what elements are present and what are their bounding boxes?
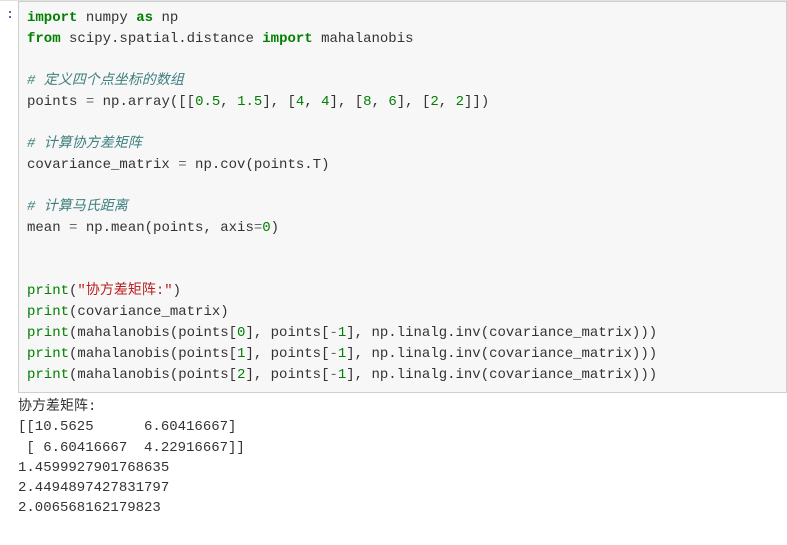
arg: (covariance_matrix): [69, 304, 229, 320]
op-eq: =: [86, 94, 94, 110]
cell-prompt: :: [0, 1, 18, 393]
arg-a: (mahalanobis(points[: [69, 325, 237, 341]
arg-b: ], points[: [245, 367, 329, 383]
output-area: 协方差矩阵: [[10.5625 6.60416667] [ 6.6041666…: [0, 393, 787, 527]
alias-np: np: [161, 10, 178, 26]
close: ): [271, 220, 279, 236]
out-line-1: 协方差矩阵:: [18, 399, 96, 415]
sep: ], [: [397, 94, 431, 110]
op-neg: -: [329, 325, 337, 341]
fn-print: print: [27, 304, 69, 320]
out-line-4: 1.4599927901768635: [18, 460, 169, 476]
out-line-3: [ 6.60416667 4.22916667]]: [18, 440, 245, 456]
call-mean: np.mean(points, axis: [86, 220, 254, 236]
kw-import: import: [27, 10, 77, 26]
str-label: "协方差矩阵:": [77, 283, 172, 299]
out-line-2: [[10.5625 6.60416667]: [18, 419, 236, 435]
arg-c: ], np.linalg.inv(covariance_matrix))): [346, 346, 657, 362]
fn-print: print: [27, 346, 69, 362]
arg-c: ], np.linalg.inv(covariance_matrix))): [346, 367, 657, 383]
call-cov: np.cov(points.T): [195, 157, 329, 173]
num: 0: [262, 220, 270, 236]
arg-a: (mahalanobis(points[: [69, 367, 237, 383]
var-mean: mean: [27, 220, 61, 236]
num: 8: [363, 94, 371, 110]
var-points: points: [27, 94, 77, 110]
op-eq: =: [69, 220, 77, 236]
out-line-5: 2.4494897427831797: [18, 480, 169, 496]
close: ]]): [464, 94, 489, 110]
num: 4: [296, 94, 304, 110]
op-neg: -: [329, 367, 337, 383]
kw-as: as: [136, 10, 153, 26]
sep: ], [: [330, 94, 364, 110]
var-cov: covariance_matrix: [27, 157, 170, 173]
num: 2: [430, 94, 438, 110]
mod-scipy: scipy.spatial.distance: [69, 31, 254, 47]
fn-mahalanobis: mahalanobis: [321, 31, 413, 47]
op-eq: =: [178, 157, 186, 173]
comment-3: # 计算马氏距离: [27, 199, 128, 215]
num: 1.5: [237, 94, 262, 110]
code-input[interactable]: import numpy as np from scipy.spatial.di…: [18, 1, 787, 393]
num: 4: [321, 94, 329, 110]
code-cell: : import numpy as np from scipy.spatial.…: [0, 0, 787, 393]
kw-from: from: [27, 31, 61, 47]
fn-print: print: [27, 325, 69, 341]
comment-2: # 计算协方差矩阵: [27, 136, 142, 152]
arg-b: ], points[: [245, 346, 329, 362]
arg-a: (mahalanobis(points[: [69, 346, 237, 362]
num: 2: [456, 94, 464, 110]
op-eq: =: [254, 220, 262, 236]
fn-print: print: [27, 283, 69, 299]
arg-b: ], points[: [245, 325, 329, 341]
fn-print: print: [27, 367, 69, 383]
mod-numpy: numpy: [86, 10, 128, 26]
call-array: np.array([[: [103, 94, 195, 110]
sep: ], [: [262, 94, 296, 110]
op-neg: -: [329, 346, 337, 362]
kw-import2: import: [262, 31, 312, 47]
comment-1: # 定义四个点坐标的数组: [27, 73, 184, 89]
out-line-6: 2.006568162179823: [18, 500, 161, 516]
num: 6: [388, 94, 396, 110]
arg-c: ], np.linalg.inv(covariance_matrix))): [346, 325, 657, 341]
num: 0.5: [195, 94, 220, 110]
